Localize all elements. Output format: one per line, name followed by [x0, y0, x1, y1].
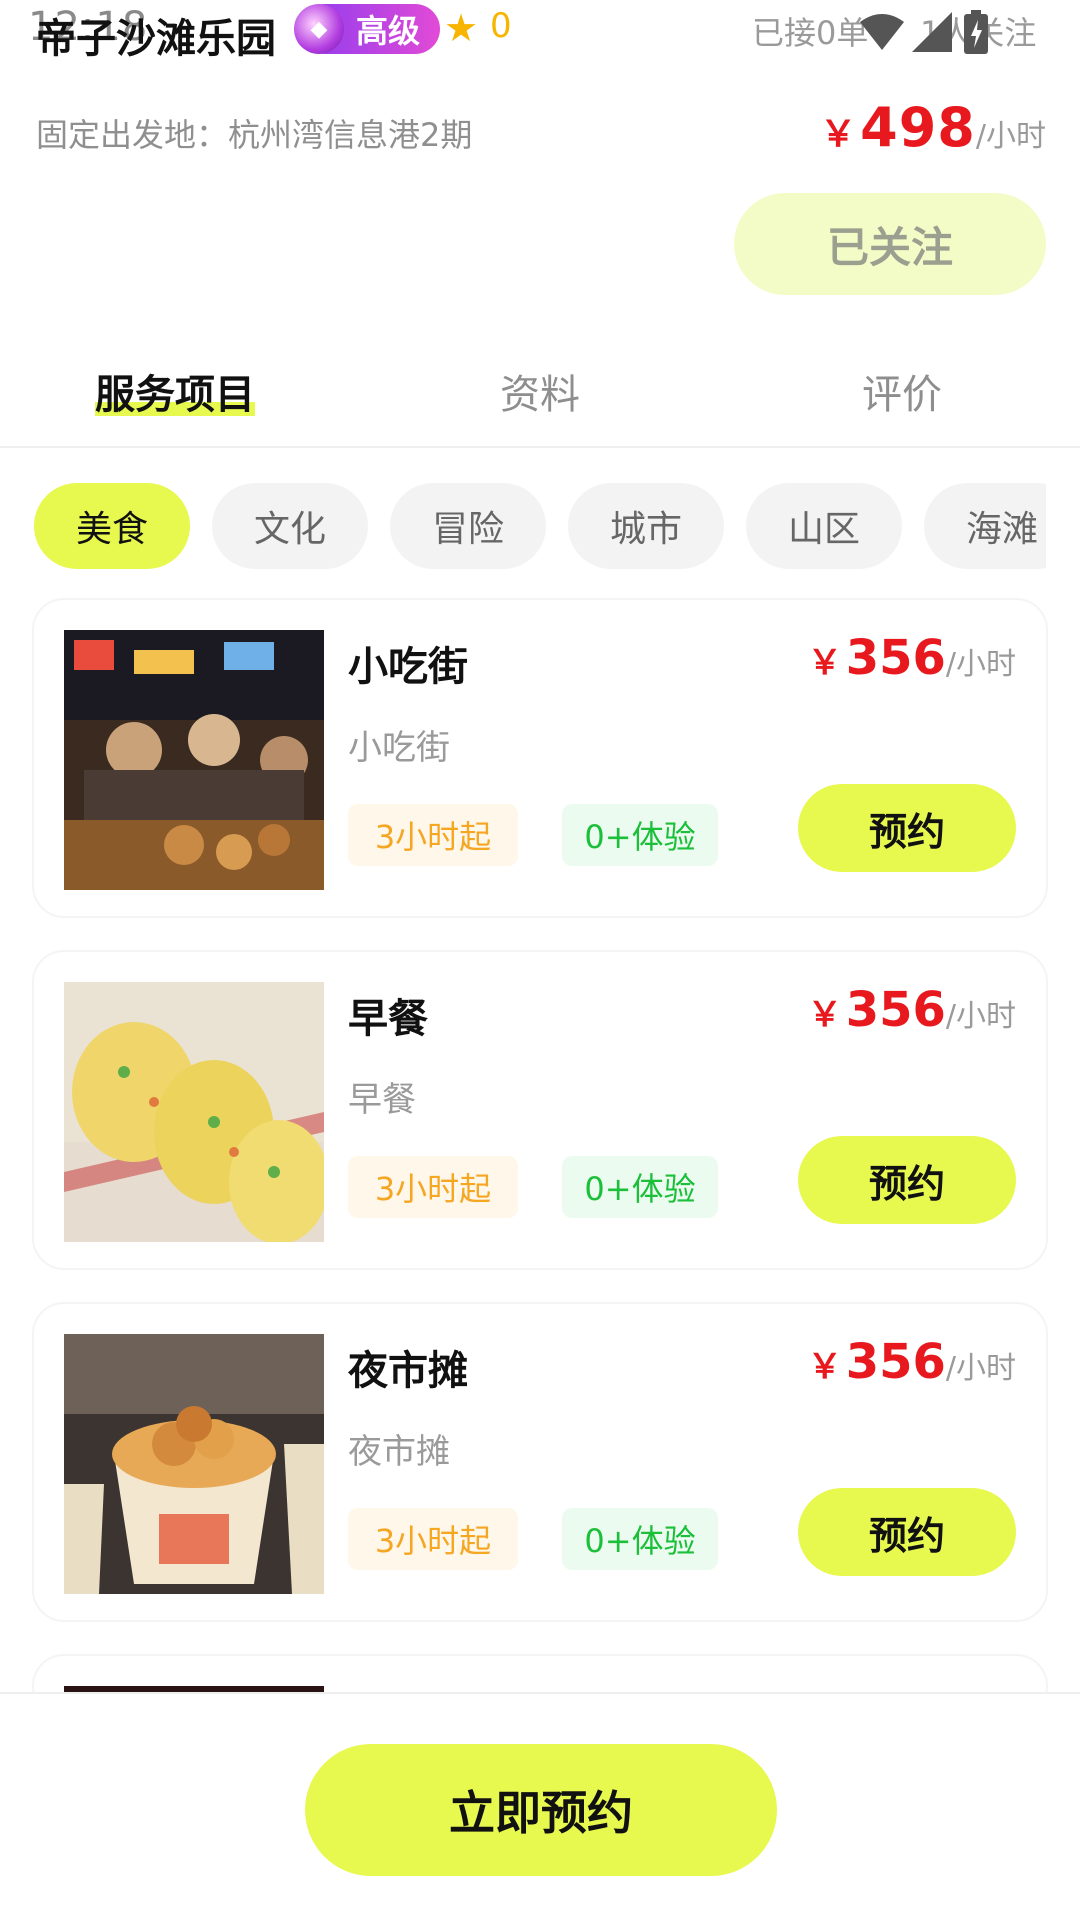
price-currency: ￥ [807, 643, 842, 683]
guide-detail-page: 12:18 帝子沙滩乐园 ◆ 高级 ★ 0 已接0单 1人关注 固定出发地：杭州… [0, 0, 1080, 1920]
category-beach[interactable]: 海滩 [924, 483, 1046, 569]
bottom-action-bar: 立即预约 [0, 1692, 1080, 1920]
tab-services[interactable]: 服务项目 [95, 362, 255, 420]
battery-icon [964, 10, 988, 54]
price-currency: ￥ [807, 995, 842, 1035]
price-unit: /小时 [945, 1351, 1016, 1386]
category-filter: 美食 文化 冒险 城市 山区 海滩 [34, 483, 1046, 569]
wifi-icon [860, 14, 904, 50]
signal-icon [912, 12, 952, 52]
service-price: ￥ 356 /小时 [808, 982, 1016, 1038]
duration-tag: 3小时起 [348, 1156, 518, 1218]
origin-location: 固定出发地：杭州湾信息港2期 [36, 116, 473, 154]
service-price: ￥ 356 /小时 [808, 1334, 1016, 1390]
level-label: 高级 [355, 12, 420, 50]
duration-tag: 3小时起 [348, 804, 518, 866]
star-icon: ★ [444, 6, 479, 50]
tab-reviews[interactable]: 评价 [862, 362, 942, 420]
service-card[interactable]: 夜市摊 夜市摊 3小时起 0+体验 ￥ 356 /小时 预约 [34, 1304, 1046, 1620]
price-unit: /小时 [945, 999, 1016, 1034]
service-card[interactable]: 早餐 早餐 3小时起 0+体验 ￥ 356 /小时 预约 [34, 952, 1046, 1268]
star-count: 0 [490, 6, 512, 46]
level-badge: ◆ 高级 [294, 4, 440, 54]
service-image [64, 982, 324, 1242]
experience-tag: 0+体验 [562, 804, 718, 866]
service-image [64, 630, 324, 890]
price-unit: /小时 [945, 647, 1016, 682]
category-city[interactable]: 城市 [568, 483, 724, 569]
category-adventure[interactable]: 冒险 [390, 483, 546, 569]
price-value: 356 [845, 982, 946, 1038]
book-button[interactable]: 预约 [798, 784, 1016, 872]
experience-tag: 0+体验 [562, 1508, 718, 1570]
service-price: ￥ 356 /小时 [808, 630, 1016, 686]
service-subtitle: 夜市摊 [348, 1432, 450, 1472]
price-unit: /小时 [975, 119, 1046, 154]
category-culture[interactable]: 文化 [212, 483, 368, 569]
experience-tag: 0+体验 [562, 1156, 718, 1218]
service-subtitle: 小吃街 [348, 728, 450, 768]
service-title: 早餐 [348, 996, 428, 1042]
guide-name: 帝子沙滩乐园 [36, 16, 276, 62]
category-food[interactable]: 美食 [34, 483, 190, 569]
category-mountain[interactable]: 山区 [746, 483, 902, 569]
service-title: 夜市摊 [348, 1348, 468, 1394]
level-gem-icon: ◆ [294, 4, 344, 54]
price-value: 356 [845, 1334, 946, 1390]
service-title: 小吃街 [348, 644, 468, 690]
duration-tag: 3小时起 [348, 1508, 518, 1570]
service-image [64, 1334, 324, 1594]
price-currency: ￥ [807, 1347, 842, 1387]
book-button[interactable]: 预约 [798, 1136, 1016, 1224]
book-button[interactable]: 预约 [798, 1488, 1016, 1576]
price-value: 498 [860, 96, 976, 159]
price-currency: ￥ [820, 114, 857, 155]
price-value: 356 [845, 630, 946, 686]
tab-profile[interactable]: 资料 [500, 362, 580, 420]
service-card[interactable]: 小吃街 小吃街 3小时起 0+体验 ￥ 356 /小时 预约 [34, 600, 1046, 916]
service-subtitle: 早餐 [348, 1080, 416, 1120]
book-now-button[interactable]: 立即预约 [305, 1744, 777, 1876]
hourly-price: ￥ 498 /小时 [820, 96, 1046, 159]
follow-button[interactable]: 已关注 [734, 193, 1046, 295]
system-status-icons [860, 10, 1000, 56]
tab-services-label: 服务项目 [95, 372, 255, 418]
orders-count: 已接0单 [752, 14, 869, 52]
tab-bar: 服务项目 资料 评价 [0, 340, 1080, 448]
